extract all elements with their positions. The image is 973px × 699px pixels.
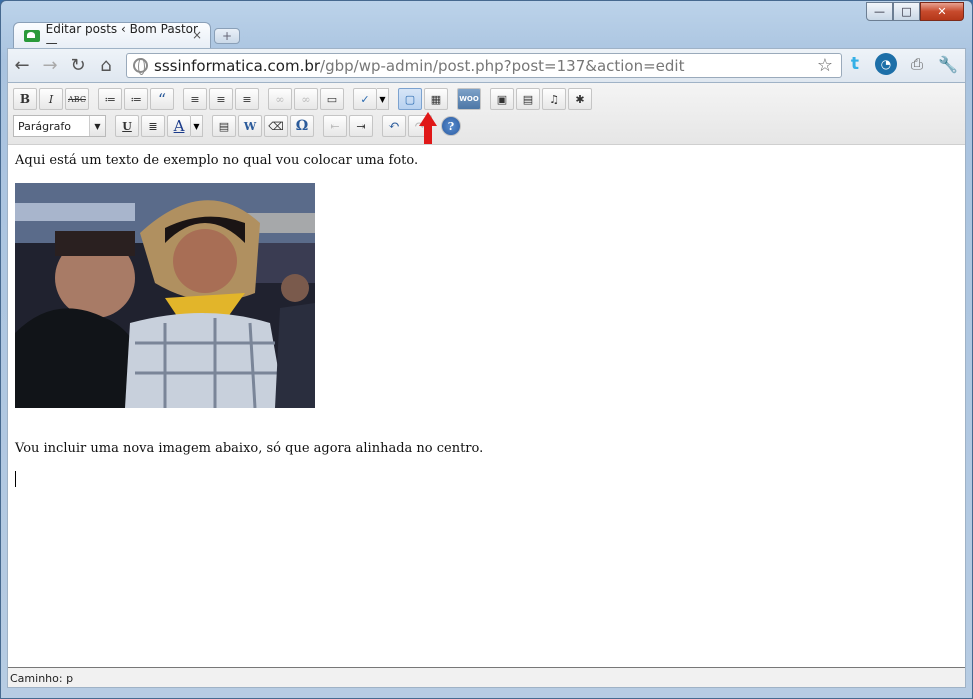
reload-button[interactable]: ↻	[64, 52, 92, 80]
navigation-bar: ← → ↻ ⌂ sssinformatica.com.br /gbp/wp-ad…	[7, 48, 966, 82]
add-image-button[interactable]: ▣	[490, 88, 514, 110]
wrench-icon[interactable]: 🔧	[937, 53, 959, 75]
strikethrough-button[interactable]: ABC	[65, 88, 89, 110]
spellcheck-button[interactable]: ✓	[353, 88, 377, 110]
bullet-list-button[interactable]: ≔	[98, 88, 122, 110]
paste-text-button[interactable]: ▤	[212, 115, 236, 137]
url-path: /gbp/wp-admin/post.php?post=137&action=e…	[320, 56, 685, 75]
new-tab-button[interactable]: +	[214, 28, 240, 44]
undo-button[interactable]: ↶	[382, 115, 406, 137]
text-cursor	[15, 471, 16, 487]
address-bar[interactable]: sssinformatica.com.br /gbp/wp-admin/post…	[126, 53, 842, 78]
tab-close-icon[interactable]: ×	[192, 28, 202, 42]
align-left-button[interactable]: ≡	[183, 88, 207, 110]
maximize-button[interactable]: □	[893, 2, 920, 21]
back-button[interactable]: ←	[8, 52, 36, 80]
url-host: sssinformatica.com.br	[154, 56, 321, 75]
status-path: Caminho: p	[8, 667, 965, 687]
justify-button[interactable]: ≣	[141, 115, 165, 137]
inserted-photo[interactable]	[15, 183, 315, 408]
browser-tab[interactable]: Editar posts ‹ Bom Pastor — ×	[13, 21, 211, 50]
text-color-dropdown-icon[interactable]: ▼	[191, 115, 203, 137]
spellcheck-dropdown-icon[interactable]: ▼	[377, 88, 389, 110]
remove-format-button[interactable]: ⌫	[264, 115, 288, 137]
bold-button[interactable]: B	[13, 88, 37, 110]
content-paragraph: Vou incluir uma nova imagem abaixo, só q…	[15, 441, 484, 456]
red-arrow-annotation	[419, 112, 437, 146]
tinymce-editor: B I ABC ≔ ≔ “ ≡ ≡ ≡ ∞ ∞ ▭ ✓ ▼ ▢ ▦ WOO ▣ …	[7, 82, 966, 688]
underline-button[interactable]: U	[115, 115, 139, 137]
print-icon[interactable]: ⎙	[906, 53, 928, 75]
window-controls: — □ ✕	[866, 2, 964, 21]
extension-icons: t ◔ ⎙ 🔧	[844, 53, 959, 75]
indent-button[interactable]: ⇥	[349, 115, 373, 137]
align-right-button[interactable]: ≡	[235, 88, 259, 110]
site-favicon-icon	[24, 29, 40, 42]
kitchen-sink-button[interactable]: ▦	[424, 88, 448, 110]
clock-icon[interactable]: ◔	[875, 53, 897, 75]
close-window-button[interactable]: ✕	[920, 2, 964, 21]
globe-icon	[133, 58, 148, 75]
help-button[interactable]: ?	[441, 116, 461, 136]
chevron-down-icon: ▼	[89, 116, 105, 136]
special-character-button[interactable]: Ω	[290, 115, 314, 137]
minimize-button[interactable]: —	[866, 2, 893, 21]
fullscreen-button[interactable]: ▢	[398, 88, 422, 110]
add-gallery-button[interactable]: ▤	[516, 88, 540, 110]
browser-window: — □ ✕ Editar posts ‹ Bom Pastor — × + ← …	[0, 0, 973, 699]
text-color-button[interactable]: A	[167, 115, 191, 137]
unlink-button[interactable]: ∞	[294, 88, 318, 110]
woo-shortcodes-button[interactable]: WOO	[457, 88, 481, 110]
photo-image-icon	[15, 183, 315, 408]
toolbar-row-2: Parágrafo ▼ U ≣ A ▼ ▤ W ⌫ Ω ⇤ ⇥ ↶ ↷ ?	[13, 115, 461, 137]
italic-button[interactable]: I	[39, 88, 63, 110]
forward-button[interactable]: →	[36, 52, 64, 80]
paste-word-button[interactable]: W	[238, 115, 262, 137]
add-media-button[interactable]: ✱	[568, 88, 592, 110]
align-center-button[interactable]: ≡	[209, 88, 233, 110]
format-select[interactable]: Parágrafo ▼	[13, 115, 106, 137]
numbered-list-button[interactable]: ≔	[124, 88, 148, 110]
home-button[interactable]: ⌂	[92, 52, 120, 80]
add-audio-button[interactable]: ♫	[542, 88, 566, 110]
editor-toolbar: B I ABC ≔ ≔ “ ≡ ≡ ≡ ∞ ∞ ▭ ✓ ▼ ▢ ▦ WOO ▣ …	[8, 83, 965, 145]
content-paragraph: Aqui está um texto de exemplo no qual vo…	[15, 153, 419, 168]
bookmark-star-icon[interactable]: ☆	[817, 55, 833, 76]
toolbar-row-1: B I ABC ≔ ≔ “ ≡ ≡ ≡ ∞ ∞ ▭ ✓ ▼ ▢ ▦ WOO ▣ …	[13, 88, 592, 110]
link-button[interactable]: ∞	[268, 88, 292, 110]
twitter-icon[interactable]: t	[844, 53, 866, 75]
more-tag-button[interactable]: ▭	[320, 88, 344, 110]
blockquote-button[interactable]: “	[150, 88, 174, 110]
outdent-button[interactable]: ⇤	[323, 115, 347, 137]
tab-title: Editar posts ‹ Bom Pastor —	[45, 21, 198, 50]
